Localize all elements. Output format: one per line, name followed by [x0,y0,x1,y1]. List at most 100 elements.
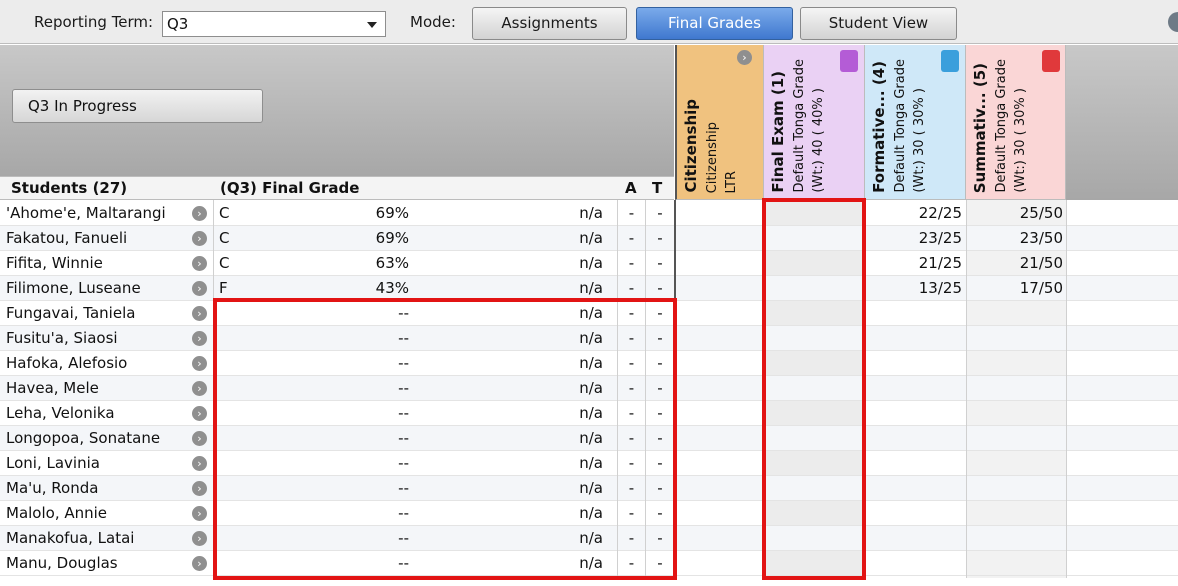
summative-score[interactable] [967,326,1063,351]
formative-score[interactable] [866,476,962,501]
student-name[interactable]: Filimone, Luseane [6,276,141,301]
arrow-right-icon[interactable]: › [192,431,207,446]
arrow-right-icon[interactable]: › [192,281,207,296]
student-name[interactable]: Fifita, Winnie [6,251,103,276]
student-name[interactable]: 'Ahome'e, Maltarangi [6,201,166,226]
students-column-header[interactable]: Students (27) [11,179,127,197]
formative-score[interactable] [866,451,962,476]
summative-score[interactable] [967,301,1063,326]
table-row[interactable]: Loni, Lavinia › -- n/a - - [0,451,1178,476]
term-status-button[interactable]: Q3 In Progress [12,89,263,123]
student-name[interactable]: Fungavai, Taniela [6,301,135,326]
formative-score[interactable]: 13/25 [866,276,962,301]
formative-score[interactable]: 21/25 [866,251,962,276]
chevron-down-icon[interactable] [367,22,377,28]
formative-score[interactable]: 22/25 [866,201,962,226]
student-name[interactable]: Fusitu'a, Siaosi [6,326,118,351]
student-name[interactable]: Manu, Douglas [6,551,118,576]
formative-score[interactable]: 23/25 [866,226,962,251]
student-name[interactable]: Ma'u, Ronda [6,476,98,501]
summative-column-header[interactable]: Summativ... (5) Default Tonga Grade (Wt:… [966,45,1066,200]
formative-score[interactable] [866,351,962,376]
a-column-header[interactable]: A [625,179,637,197]
letter-grade: F [219,279,228,297]
summative-score[interactable] [967,451,1063,476]
table-row[interactable]: Manakofua, Latai › -- n/a - - [0,526,1178,551]
table-row[interactable]: Malolo, Annie › -- n/a - - [0,501,1178,526]
summative-score[interactable]: 17/50 [967,276,1063,301]
formative-column-header[interactable]: Formative... (4) Default Tonga Grade (Wt… [865,45,966,200]
final-grades-mode-button[interactable]: Final Grades [636,7,793,40]
arrow-right-icon[interactable]: › [192,556,207,571]
arrow-right-icon[interactable]: › [192,406,207,421]
arrow-right-icon[interactable]: › [192,506,207,521]
percent-grade: -- [398,429,409,447]
arrow-right-icon[interactable]: › [192,531,207,546]
arrow-right-icon[interactable]: › [192,306,207,321]
arrow-right-icon[interactable]: › [737,50,752,65]
final-exam-column-header[interactable]: Final Exam (1) Default Tonga Grade (Wt:)… [764,45,865,200]
summative-score[interactable] [967,526,1063,551]
table-row[interactable]: Manu, Douglas › -- n/a - - [0,551,1178,576]
table-row[interactable]: Havea, Mele › -- n/a - - [0,376,1178,401]
summative-score[interactable]: 25/50 [967,201,1063,226]
arrow-right-icon[interactable]: › [192,206,207,221]
arrow-right-icon[interactable]: › [192,456,207,471]
table-row[interactable]: Longopoa, Sonatane › -- n/a - - [0,426,1178,451]
table-row[interactable]: Fifita, Winnie › C 63% n/a - - 21/25 21/50 [0,251,1178,276]
summative-score[interactable] [967,351,1063,376]
formative-score[interactable] [866,401,962,426]
formative-score[interactable] [866,301,962,326]
summative-score[interactable] [967,551,1063,576]
student-name[interactable]: Malolo, Annie [6,501,107,526]
table-row[interactable]: Filimone, Luseane › F 43% n/a - - 13/25 17/50 [0,276,1178,301]
reporting-term-value: Q3 [167,15,189,33]
table-row[interactable]: Ma'u, Ronda › -- n/a - - [0,476,1178,501]
student-name[interactable]: Loni, Lavinia [6,451,100,476]
student-name[interactable]: Manakofua, Latai [6,526,134,551]
header-filler [1066,45,1178,200]
assignments-mode-button[interactable]: Assignments [472,7,627,40]
formative-score[interactable] [866,501,962,526]
formative-score[interactable] [866,526,962,551]
arrow-right-icon[interactable]: › [192,331,207,346]
divider [865,200,866,578]
t-column-header[interactable]: T [652,179,662,197]
reporting-term-select[interactable]: Q3 [162,11,386,37]
formative-score[interactable] [866,551,962,576]
summative-score[interactable] [967,476,1063,501]
student-name[interactable]: Havea, Mele [6,376,99,401]
formative-score[interactable] [866,426,962,451]
final-grade-column-header[interactable]: (Q3) Final Grade [220,179,359,197]
table-row[interactable]: Fakatou, Fanueli › C 69% n/a - - 23/25 23/50 [0,226,1178,251]
table-row[interactable]: Hafoka, Alefosio › -- n/a - - [0,351,1178,376]
table-row[interactable]: Fungavai, Taniela › -- n/a - - [0,301,1178,326]
formative-score[interactable] [866,326,962,351]
formative-score[interactable] [866,376,962,401]
table-row[interactable]: 'Ahome'e, Maltarangi › C 69% n/a - - 22/25 25/50 [0,201,1178,226]
student-name[interactable]: Longopoa, Sonatane [6,426,160,451]
summative-score[interactable] [967,501,1063,526]
na-value: n/a [579,329,603,347]
summative-score[interactable] [967,426,1063,451]
t-value: - [657,529,663,547]
table-row[interactable]: Fusitu'a, Siaosi › -- n/a - - [0,326,1178,351]
column-header-row: Students (27) (Q3) Final Grade A T [0,176,674,200]
student-name[interactable]: Hafoka, Alefosio [6,351,127,376]
arrow-right-icon[interactable]: › [192,356,207,371]
student-view-mode-button[interactable]: Student View [800,7,957,40]
student-name[interactable]: Fakatou, Fanueli [6,226,127,251]
help-icon[interactable] [1168,12,1178,32]
summative-score[interactable] [967,401,1063,426]
arrow-right-icon[interactable]: › [192,256,207,271]
summative-score[interactable]: 23/50 [967,226,1063,251]
citizenship-column-header[interactable]: › Citizenship Citizenship LTR [675,45,764,200]
arrow-right-icon[interactable]: › [192,381,207,396]
student-name[interactable]: Leha, Velonika [6,401,115,426]
table-row[interactable]: Leha, Velonika › -- n/a - - [0,401,1178,426]
arrow-right-icon[interactable]: › [192,481,207,496]
summative-score[interactable]: 21/50 [967,251,1063,276]
divider [966,200,967,578]
arrow-right-icon[interactable]: › [192,231,207,246]
summative-score[interactable] [967,376,1063,401]
